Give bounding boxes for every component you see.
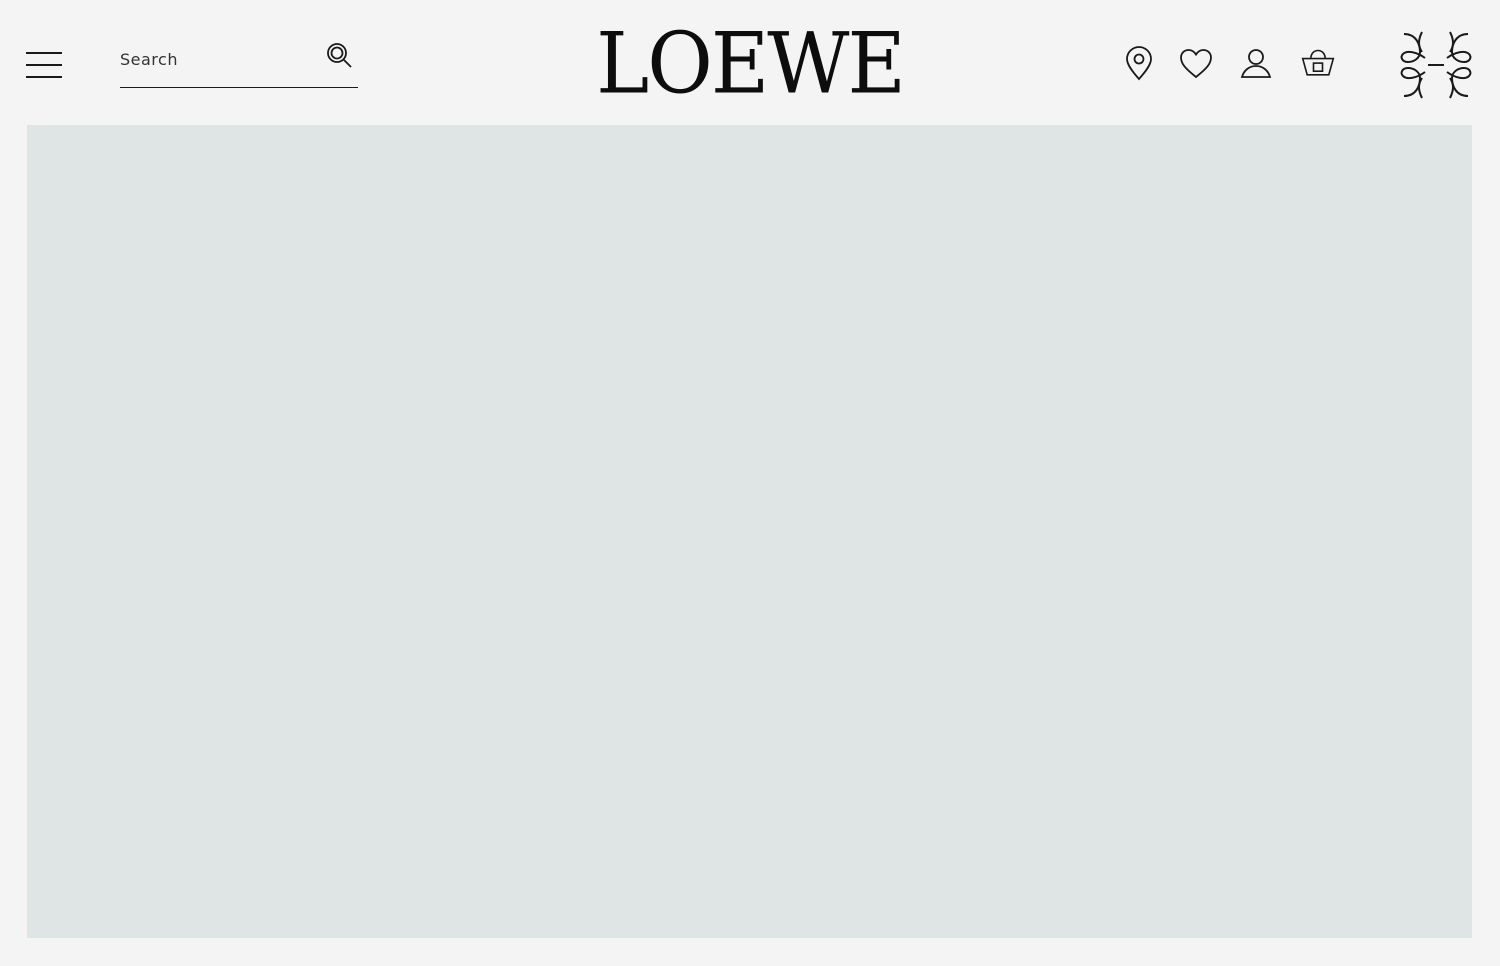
menu-button[interactable] [26,48,64,82]
brand-logo[interactable]: LOEWE [590,19,910,108]
user-icon [1240,49,1272,78]
wishlist-button[interactable] [1178,44,1214,84]
site-header: LOEWE [0,0,1500,125]
store-locator-button[interactable] [1121,44,1157,84]
heart-icon [1180,49,1212,79]
search-icon[interactable] [324,40,356,72]
search-bar [120,40,358,88]
basket-icon [1301,49,1335,76]
basket-button[interactable] [1300,44,1340,84]
loewe-anagram-icon[interactable] [1398,28,1474,102]
location-pin-icon [1126,46,1152,81]
menu-icon-bar-middle [26,64,62,66]
menu-icon-bar-bottom [26,76,62,78]
account-button[interactable] [1238,44,1274,84]
menu-icon-bar-top [26,52,62,54]
hero-banner[interactable] [27,125,1472,938]
search-input[interactable] [120,46,310,72]
